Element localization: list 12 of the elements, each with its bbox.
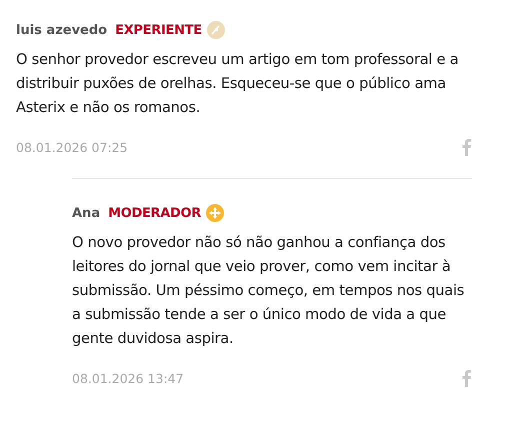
comment-text: O senhor provedor escreveu um artigo em tom professoral e a distribuir puxões de orelhas. Esqueceu-se que o público ama Asterix e não os romanos. bbox=[16, 50, 460, 118]
comment-date: 08.01.2026 13:47 bbox=[72, 370, 184, 386]
facebook-share-icon[interactable] bbox=[460, 369, 472, 387]
badge-icon bbox=[206, 21, 225, 39]
user-rank-label: MODERADOR bbox=[108, 206, 201, 220]
facebook-share-icon[interactable] bbox=[460, 138, 472, 156]
comment-date: 08.01.2026 07:25 bbox=[16, 140, 128, 154]
author-name: luis azevedo bbox=[16, 22, 108, 38]
badge-icon bbox=[206, 204, 224, 222]
user-rank-label: EXPERIENTE bbox=[115, 22, 202, 38]
comment-text: O novo provedor não só não ganhou a confiança dos leitores do jornal que veio prover, como vem incitar à submissão. Um péssimo começo, em tempos nos quais a submissão tende a ser o único modo de vida a que gente duvidosa aspira. bbox=[72, 233, 466, 349]
author-name: Ana bbox=[72, 206, 100, 220]
